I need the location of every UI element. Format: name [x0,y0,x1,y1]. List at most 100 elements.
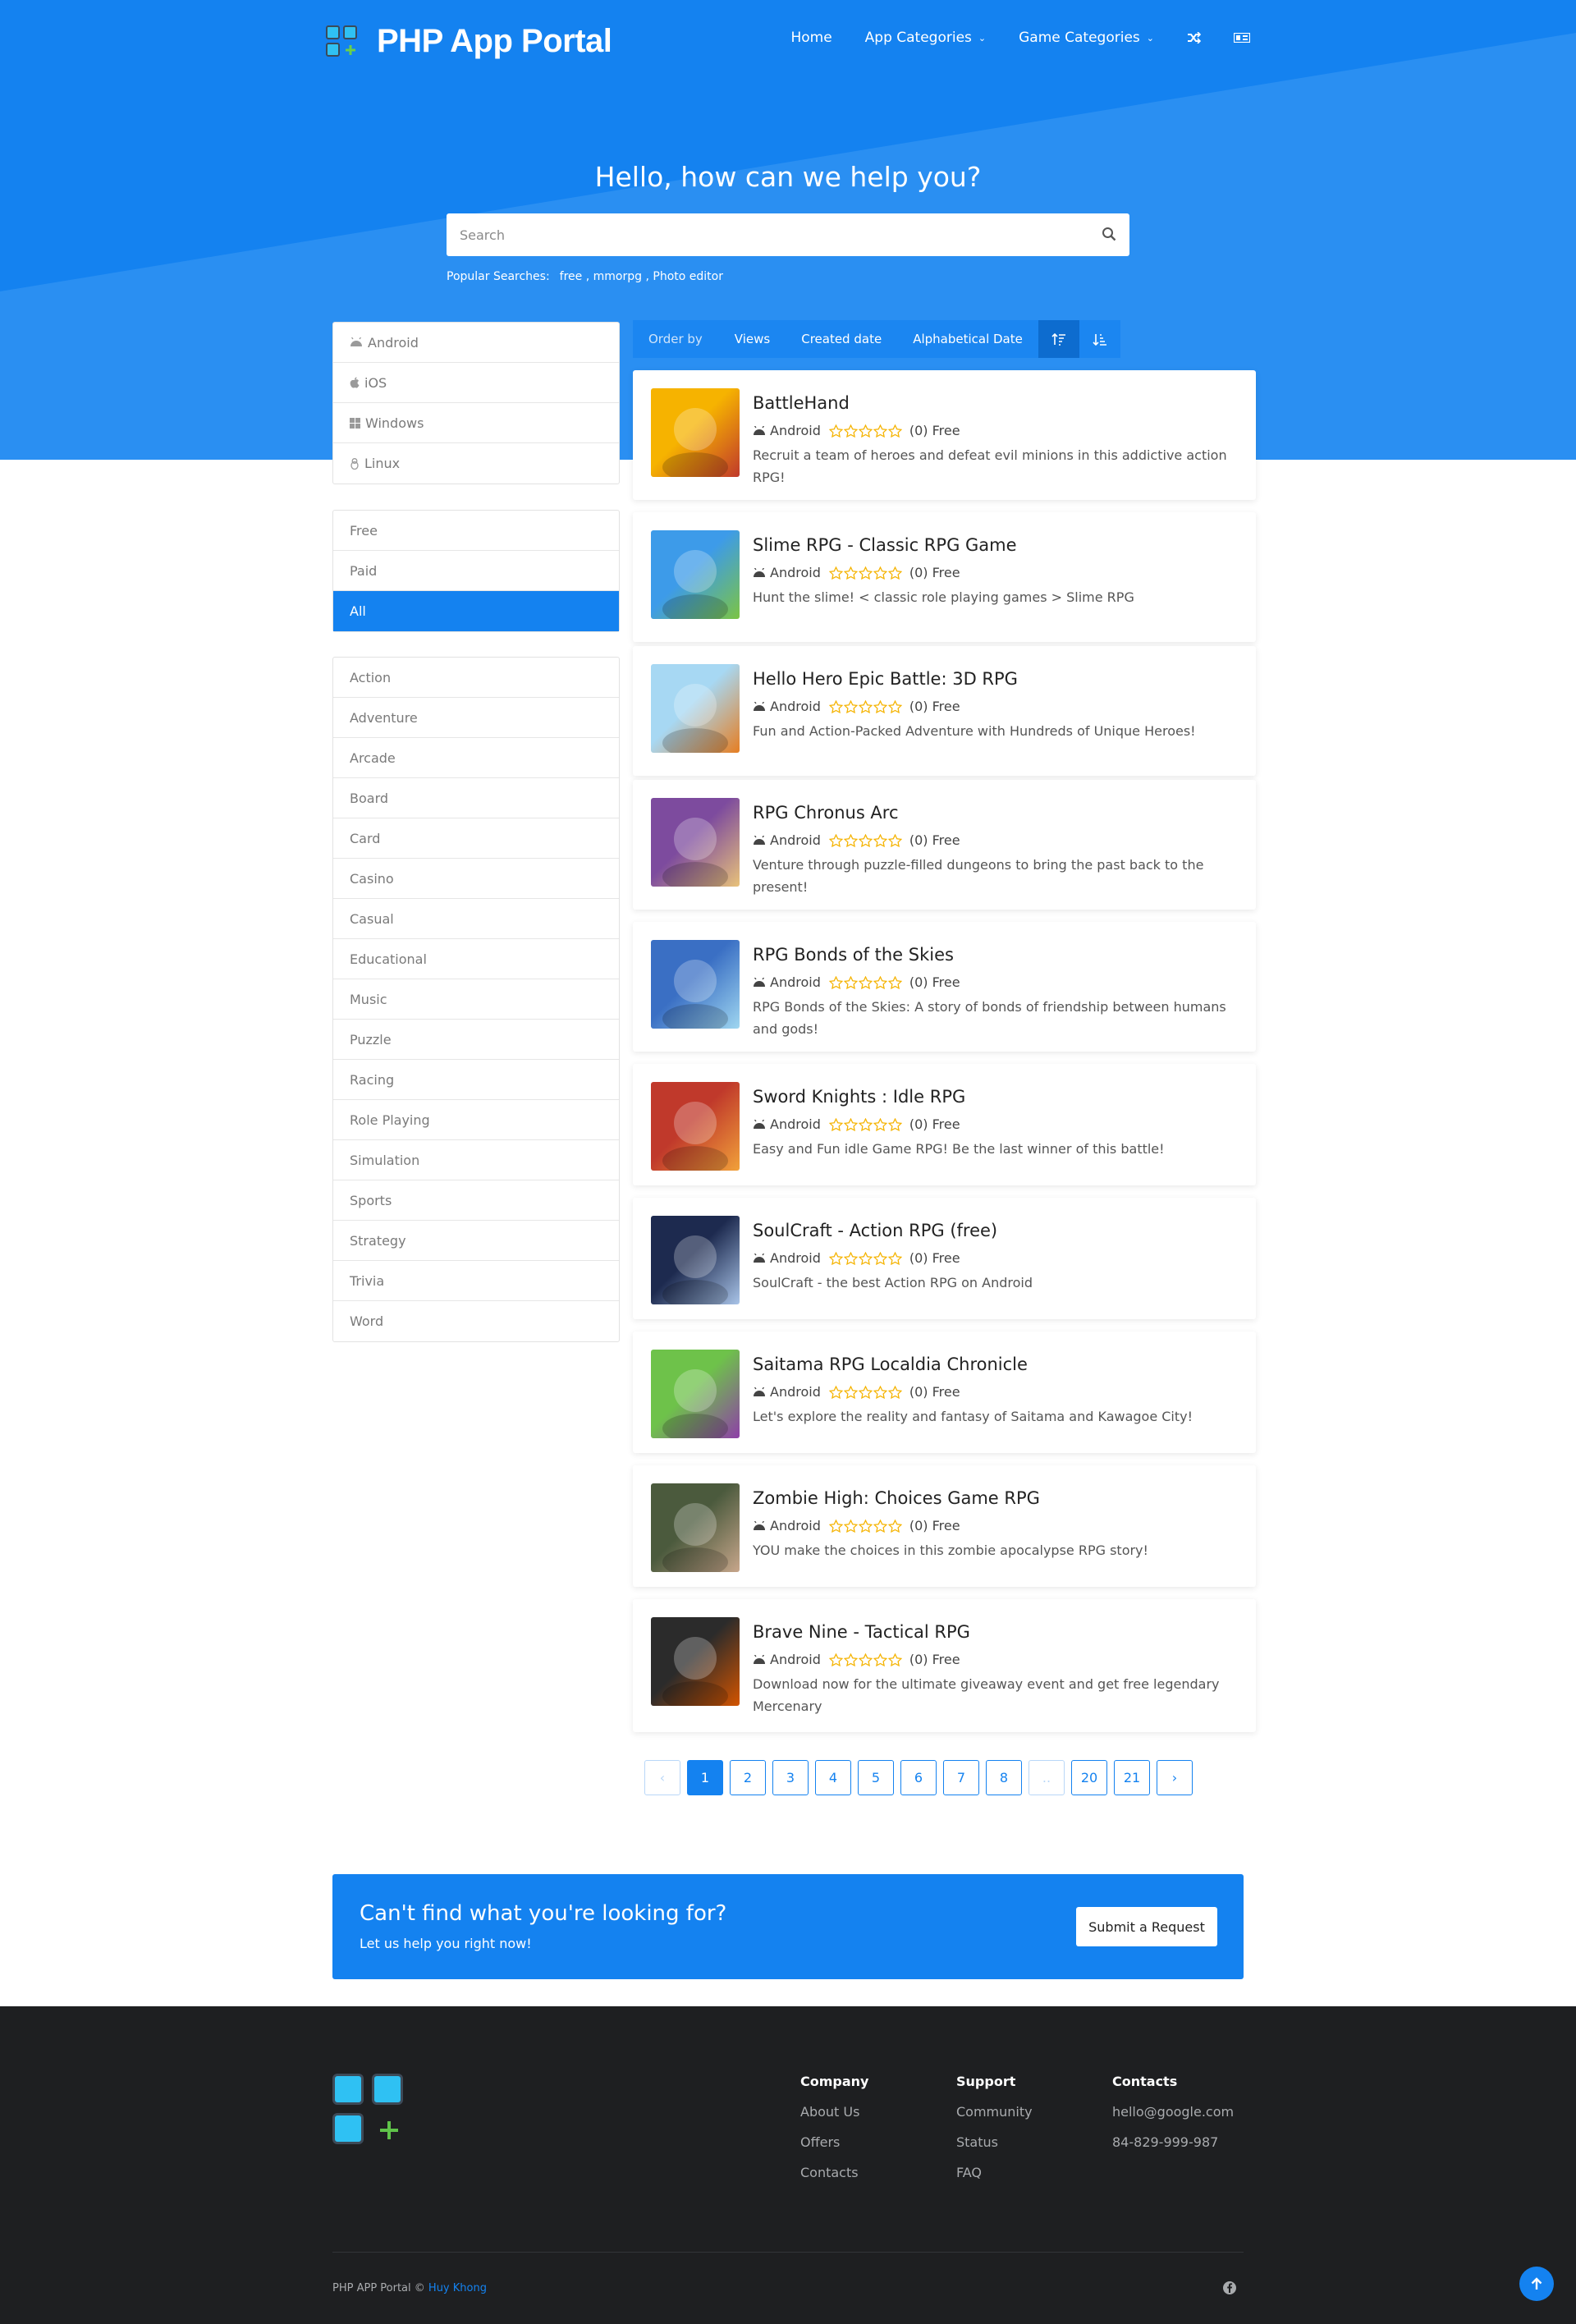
app-title[interactable]: Brave Nine - Tactical RPG [753,1622,970,1642]
app-title[interactable]: RPG Bonds of the Skies [753,945,954,965]
star-icon[interactable] [843,1519,858,1533]
rating-stars[interactable] [828,424,903,438]
rating-stars[interactable] [828,1251,903,1265]
pagination-page-6[interactable]: 6 [900,1760,937,1795]
price-paid[interactable]: Paid [333,551,619,591]
pagination-page-20[interactable]: 20 [1071,1760,1107,1795]
star-icon[interactable] [843,975,858,989]
pagination-page-5[interactable]: 5 [858,1760,894,1795]
category-puzzle[interactable]: Puzzle [333,1020,619,1060]
star-icon[interactable] [887,566,902,580]
star-icon[interactable] [873,424,887,438]
shuffle-icon[interactable] [1187,32,1201,44]
star-icon[interactable] [887,699,902,713]
star-icon[interactable] [843,424,858,438]
app-card[interactable]: Hello Hero Epic Battle: 3D RPG Android (0)… [633,646,1256,776]
footer-link-faq[interactable]: FAQ [956,2165,1033,2180]
rating-stars[interactable] [828,699,903,713]
app-title[interactable]: RPG Chronus Arc [753,803,899,823]
star-icon[interactable] [843,566,858,580]
app-thumbnail[interactable] [651,1483,740,1572]
app-card[interactable]: RPG Bonds of the Skies Android (0) Free RPG… [633,922,1256,1052]
app-card[interactable]: Slime RPG - Classic RPG Game Android (0) F… [633,512,1256,642]
rating-stars[interactable] [828,1385,903,1399]
platform-android[interactable]: Android [333,323,619,363]
category-educational[interactable]: Educational [333,939,619,979]
app-thumbnail[interactable] [651,798,740,887]
rating-stars[interactable] [828,975,903,989]
pagination-page-7[interactable]: 7 [943,1760,979,1795]
app-title[interactable]: Sword Knights : Idle RPG [753,1087,965,1107]
app-card[interactable]: Brave Nine - Tactical RPG Android (0) Free… [633,1599,1256,1732]
sort-descending-icon[interactable] [1079,320,1120,358]
author-link[interactable]: Huy Khong [428,2282,487,2294]
category-sports[interactable]: Sports [333,1180,619,1221]
rating-stars[interactable] [828,833,903,847]
category-role-playing[interactable]: Role Playing [333,1100,619,1140]
star-icon[interactable] [843,833,858,847]
search-input[interactable] [447,213,1087,256]
star-icon[interactable] [873,1385,887,1399]
footer-link-about-us[interactable]: About Us [800,2104,868,2120]
rating-stars[interactable] [828,1519,903,1533]
star-icon[interactable] [843,1385,858,1399]
popular-link-mmorpg[interactable]: mmorpg [593,270,642,283]
star-icon[interactable] [828,424,843,438]
star-icon[interactable] [887,833,902,847]
category-card[interactable]: Card [333,818,619,859]
footer-phone[interactable]: 84-829-999-987 [1112,2134,1234,2150]
star-icon[interactable] [873,1117,887,1131]
star-icon[interactable] [828,1652,843,1666]
rating-stars[interactable] [828,1117,903,1131]
app-title[interactable]: Slime RPG - Classic RPG Game [753,535,1017,555]
app-thumbnail[interactable] [651,1350,740,1438]
star-icon[interactable] [873,975,887,989]
star-icon[interactable] [873,1652,887,1666]
star-icon[interactable] [858,1519,873,1533]
category-simulation[interactable]: Simulation [333,1140,619,1180]
rating-stars[interactable] [828,1652,903,1666]
star-icon[interactable] [858,1385,873,1399]
facebook-icon[interactable] [1222,2280,1237,2295]
star-icon[interactable] [828,699,843,713]
footer-link-offers[interactable]: Offers [800,2134,868,2150]
star-icon[interactable] [887,1251,902,1265]
star-icon[interactable] [887,1117,902,1131]
category-trivia[interactable]: Trivia [333,1261,619,1301]
pagination-page-21[interactable]: 21 [1114,1760,1150,1795]
app-thumbnail[interactable] [651,530,740,619]
pagination-page-3[interactable]: 3 [772,1760,809,1795]
platform-ios[interactable]: iOS [333,363,619,403]
category-music[interactable]: Music [333,979,619,1020]
star-icon[interactable] [828,975,843,989]
category-word[interactable]: Word [333,1301,619,1341]
nav-home[interactable]: Home [790,30,832,46]
star-icon[interactable] [887,1652,902,1666]
app-card[interactable]: BattleHand Android (0) Free Recruit a team … [633,370,1256,500]
app-card[interactable]: Saitama RPG Localdia Chronicle Android (0)… [633,1332,1256,1453]
app-card[interactable]: Zombie High: Choices Game RPG Android (0) … [633,1465,1256,1587]
footer-link-contacts[interactable]: Contacts [800,2165,868,2180]
pagination-page-8[interactable]: 8 [986,1760,1022,1795]
star-icon[interactable] [858,1117,873,1131]
scroll-to-top-button[interactable] [1519,2267,1554,2301]
order-alphabetical-button[interactable]: Alphabetical Date [897,320,1038,358]
star-icon[interactable] [843,1117,858,1131]
star-icon[interactable] [843,699,858,713]
platform-windows[interactable]: Windows [333,403,619,443]
star-icon[interactable] [873,833,887,847]
platform-linux[interactable]: Linux [333,443,619,484]
pagination-page-2[interactable]: 2 [730,1760,766,1795]
submit-request-button[interactable]: Submit a Request [1076,1907,1217,1946]
star-icon[interactable] [828,1519,843,1533]
category-board[interactable]: Board [333,778,619,818]
star-icon[interactable] [873,1519,887,1533]
rating-stars[interactable] [828,566,903,580]
star-icon[interactable] [858,1652,873,1666]
brand[interactable]: PHP App Portal [326,23,612,60]
star-icon[interactable] [858,424,873,438]
price-free[interactable]: Free [333,511,619,551]
star-icon[interactable] [858,699,873,713]
category-casino[interactable]: Casino [333,859,619,899]
app-thumbnail[interactable] [651,388,740,477]
